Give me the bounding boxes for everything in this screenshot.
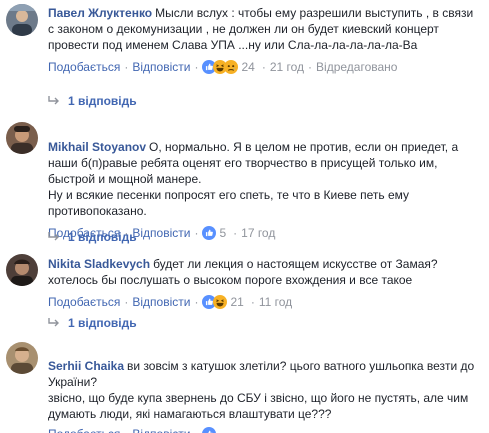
like-link[interactable]: Подобається [48, 425, 120, 433]
reply-link[interactable]: Відповісти [132, 224, 190, 242]
separator: · [124, 60, 129, 74]
like-link[interactable]: Подобається [48, 58, 120, 76]
comment-text: Serhii Chaika ви зовсім з катушок злетіли… [48, 342, 479, 422]
reactions[interactable]: 21 [202, 293, 244, 311]
reactions[interactable]: 5 [202, 224, 226, 242]
separator: · [261, 60, 266, 74]
reply-link[interactable]: Відповісти [132, 425, 190, 433]
edited-label[interactable]: Відредаговано [316, 58, 397, 76]
replies-count: 1 відповідь [68, 316, 137, 330]
view-replies-link[interactable]: 1 відповідь [48, 230, 137, 244]
avatar[interactable] [6, 122, 38, 154]
reaction-count: 5 [219, 226, 227, 240]
separator: · [124, 425, 128, 433]
haha-icon [213, 295, 228, 309]
separator: · [194, 226, 199, 240]
separator: · [194, 60, 199, 74]
separator: · [194, 295, 199, 309]
comment-author[interactable]: Nikita Sladkevych [48, 257, 150, 271]
comment: Nikita Sladkevych будет ли лекция о насто… [0, 250, 489, 332]
comment-author[interactable]: Serhii Chaika [48, 359, 124, 373]
avatar[interactable] [6, 254, 38, 286]
reply-arrow-icon [48, 232, 59, 241]
separator: · [233, 226, 238, 240]
comment-actions: Подобається · Відповісти · [48, 425, 479, 433]
separator: · [194, 425, 198, 433]
separator: · [308, 60, 313, 74]
comment-author[interactable]: Mikhail Stoyanov [48, 140, 146, 154]
reaction-count: 24 [241, 60, 255, 74]
reply-arrow-icon [48, 96, 59, 105]
reply-arrow-icon [48, 318, 59, 327]
comment-text: Nikita Sladkevych будет ли лекция о насто… [48, 256, 479, 288]
comment-actions: Подобається · Відповісти · 21 · 11 год [48, 293, 479, 311]
comment-text: Mikhail Stoyanov О, нормально. Я в целом … [48, 123, 479, 219]
sad-icon [224, 60, 239, 74]
separator: · [250, 295, 255, 309]
separator: · [124, 295, 129, 309]
like-link[interactable]: Подобається [48, 293, 120, 311]
timestamp[interactable]: 11 год [259, 293, 292, 311]
reactions[interactable] [202, 427, 217, 433]
replies-count: 1 відповідь [68, 94, 137, 108]
like-icon [202, 226, 217, 240]
like-icon [202, 427, 217, 433]
reply-link[interactable]: Відповісти [132, 293, 190, 311]
view-replies-link[interactable]: 1 відповідь [48, 94, 137, 108]
reply-link[interactable]: Відповісти [132, 58, 190, 76]
timestamp[interactable]: 17 год [241, 224, 275, 242]
replies-count: 1 відповідь [68, 230, 137, 244]
avatar[interactable] [6, 342, 38, 374]
comment-text: Павел Жлуктенко Мысли вслух : чтобы ему р… [48, 5, 479, 53]
comment-actions: Подобається · Відповісти · 24 · 21 год ·… [48, 58, 479, 76]
timestamp[interactable]: 21 год [270, 58, 304, 76]
comment-author[interactable]: Павел Жлуктенко [48, 6, 152, 20]
reactions[interactable]: 24 [202, 58, 255, 76]
view-replies-link[interactable]: 1 відповідь [48, 316, 137, 330]
comment: Mikhail Stoyanov О, нормально. Я в целом … [0, 118, 489, 244]
reaction-count: 21 [230, 295, 244, 309]
avatar[interactable] [6, 4, 38, 36]
comment: Павел Жлуктенко Мысли вслух : чтобы ему р… [0, 0, 489, 118]
comment: Serhii Chaika ви зовсім з катушок злетіли… [0, 338, 489, 433]
